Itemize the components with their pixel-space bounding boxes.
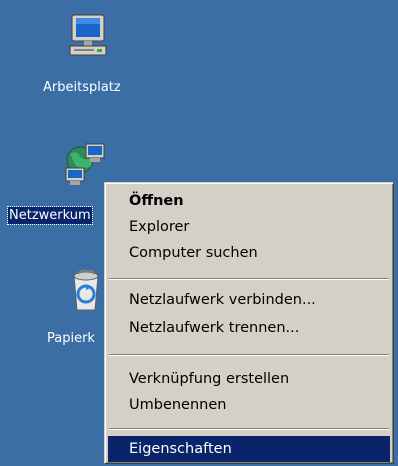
menu-item-netzlaufwerk-trennen[interactable]: Netzlaufwerk trennen... <box>108 315 390 341</box>
menu-item-verknuepfung-erstellen[interactable]: Verknüpfung erstellen <box>108 366 390 392</box>
recycle-bin-icon[interactable] <box>62 266 110 314</box>
network-neighborhood-icon[interactable] <box>62 140 110 188</box>
menu-item-oeffnen[interactable]: Öffnen <box>108 188 390 214</box>
menu-item-explorer[interactable]: Explorer <box>108 214 390 240</box>
desktop[interactable]: Arbeitsplatz Netzwerkum Papierk Öffnen E… <box>0 0 398 466</box>
menu-separator <box>109 278 389 280</box>
menu-item-netzlaufwerk-verbinden[interactable]: Netzlaufwerk verbinden... <box>108 287 390 313</box>
menu-separator <box>109 428 389 430</box>
context-menu: Öffnen Explorer Computer suchen Netzlauf… <box>104 182 394 464</box>
menu-item-umbenennen[interactable]: Umbenennen <box>108 392 390 418</box>
menu-item-eigenschaften[interactable]: Eigenschaften <box>108 436 390 462</box>
menu-separator <box>109 354 389 356</box>
icon-label-netzwerkumgebung[interactable]: Netzwerkum <box>7 206 93 225</box>
my-computer-icon[interactable] <box>64 12 112 60</box>
icon-label-arbeitsplatz[interactable]: Arbeitsplatz <box>42 79 122 96</box>
icon-label-papierkorb[interactable]: Papierk <box>46 330 96 347</box>
menu-item-computer-suchen[interactable]: Computer suchen <box>108 240 390 266</box>
